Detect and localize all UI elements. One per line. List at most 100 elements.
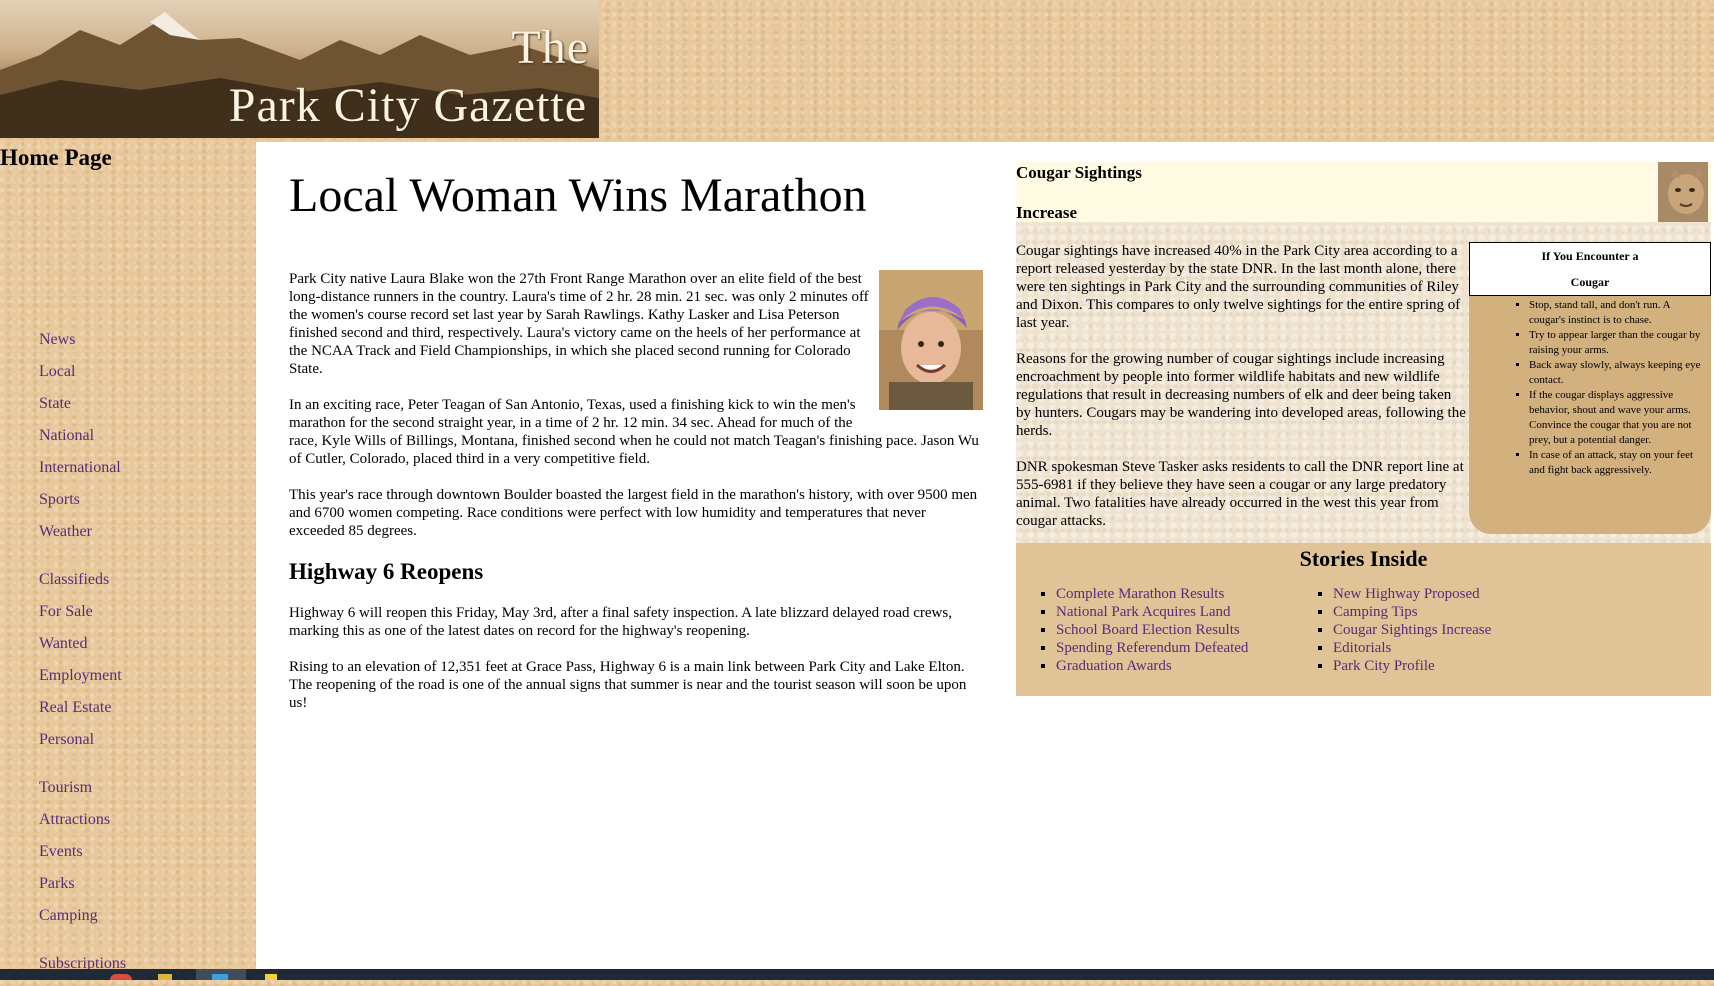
story-item: Complete Marathon Results [1056, 585, 1248, 603]
sidebar-item: Local [39, 362, 249, 394]
story-link[interactable]: Camping Tips [1333, 604, 1418, 620]
encounter-title-line2: Cougar [1570, 275, 1610, 289]
story-link[interactable]: New Highway Proposed [1333, 586, 1480, 602]
sidebar-link[interactable]: Local [39, 363, 75, 380]
os-taskbar [0, 969, 1714, 980]
sidebar-link[interactable]: Attractions [39, 811, 110, 828]
article-headline: Local Woman Wins Marathon [289, 169, 867, 222]
story-item: Camping Tips [1333, 603, 1491, 621]
story-item: New Highway Proposed [1333, 585, 1491, 603]
stories-inside-box: Stories Inside Complete Marathon Results… [1016, 543, 1711, 696]
story-link[interactable]: School Board Election Results [1056, 622, 1240, 638]
cougar-paragraph: Reasons for the growing number of cougar… [1016, 351, 1466, 439]
story-link[interactable]: Editorials [1333, 640, 1391, 656]
sidebar-item: Tourism [39, 778, 249, 810]
cougar-paragraph: Cougar sightings have increased 40% in t… [1016, 243, 1461, 331]
sidebar-link[interactable]: Classifieds [39, 571, 109, 588]
article-paragraph: This year's race through downtown Boulde… [289, 487, 978, 539]
sidebar-item: Employment [39, 666, 249, 698]
sidebar-item: News [39, 330, 249, 362]
sidebar-link[interactable]: Wanted [39, 635, 87, 652]
sidebar-item: For Sale [39, 602, 249, 634]
sidebar-item: National [39, 426, 249, 458]
story-item: Park City Profile [1333, 657, 1491, 675]
sidebar-group-gap [39, 554, 249, 570]
sidebar-link[interactable]: Parks [39, 875, 75, 892]
sidebar-item: Camping [39, 906, 249, 938]
highway-subhead: Highway 6 Reopens [289, 559, 484, 584]
cougar-title-line2: Increase [1016, 203, 1078, 222]
encounter-tip: Stop, stand tall, and don't run. A couga… [1529, 298, 1705, 328]
encounter-tip: In case of an attack, stay on your feet … [1529, 448, 1705, 478]
warning-icon[interactable] [265, 974, 277, 980]
story-link[interactable]: Park City Profile [1333, 658, 1435, 674]
story-item: National Park Acquires Land [1056, 603, 1248, 621]
masthead-title: Park City Gazette [228, 79, 587, 132]
sidebar-link[interactable]: International [39, 459, 121, 476]
stories-list-left: Complete Marathon Results National Park A… [1056, 585, 1248, 675]
sidebar-link[interactable]: Weather [39, 523, 92, 540]
sidebar-link[interactable]: State [39, 395, 71, 412]
masthead-the: The [511, 21, 589, 74]
encounter-box-title: If You Encounter a Cougar [1469, 242, 1711, 296]
sidebar-item: Personal [39, 730, 249, 762]
runner-photo [879, 270, 983, 410]
cougar-title-line1: Cougar Sightings [1016, 163, 1142, 182]
cougar-header: Cougar Sightings Increase [1016, 162, 1711, 222]
highway-paragraph: Highway 6 will reopen this Friday, May 3… [289, 605, 952, 639]
story-item: Cougar Sightings Increase [1333, 621, 1491, 639]
encounter-tips-list: Stop, stand tall, and don't run. A couga… [1469, 298, 1705, 478]
sidebar-item: Real Estate [39, 698, 249, 730]
encounter-tip: Back away slowly, always keeping eye con… [1529, 358, 1705, 388]
sidebar-item: Parks [39, 874, 249, 906]
sidebar-item: Attractions [39, 810, 249, 842]
story-link[interactable]: Graduation Awards [1056, 658, 1172, 674]
banner-background [599, 0, 1710, 142]
sidebar-group-gap [39, 762, 249, 778]
story-link[interactable]: Cougar Sightings Increase [1333, 622, 1491, 638]
encounter-tip: Try to appear larger than the cougar by … [1529, 328, 1705, 358]
story-link[interactable]: Spending Referendum Defeated [1056, 640, 1248, 656]
sidebar-link[interactable]: Camping [39, 907, 98, 924]
sidebar-item: Classifieds [39, 570, 249, 602]
edge-icon[interactable] [212, 974, 228, 980]
main-article: Local Woman Wins Marathon Park City nati… [289, 142, 983, 730]
sidebar-link[interactable]: Sports [39, 491, 80, 508]
sidebar-group-gap [39, 938, 249, 954]
story-item: Graduation Awards [1056, 657, 1248, 675]
story-item: Spending Referendum Defeated [1056, 639, 1248, 657]
story-item: School Board Election Results [1056, 621, 1248, 639]
sidebar-item: Events [39, 842, 249, 874]
story-item: Editorials [1333, 639, 1491, 657]
sidebar-item: International [39, 458, 249, 490]
sidebar-link[interactable]: News [39, 331, 75, 348]
story-link[interactable]: National Park Acquires Land [1056, 604, 1231, 620]
cougar-article: Cougar Sightings Increase Cougar sightin… [1016, 162, 1711, 543]
sidebar-nav: News Local State National International Sport… [39, 330, 249, 986]
cougar-photo [1658, 162, 1708, 222]
story-link[interactable]: Complete Marathon Results [1056, 586, 1224, 602]
chrome-icon[interactable] [110, 974, 132, 980]
home-page-heading: Home Page [0, 145, 112, 170]
sidebar-link[interactable]: Real Estate [39, 699, 111, 716]
sidebar-link[interactable]: For Sale [39, 603, 93, 620]
cougar-body: Cougar sightings have increased 40% in t… [1016, 242, 1466, 548]
sidebar-item: State [39, 394, 249, 426]
sidebar-item: Wanted [39, 634, 249, 666]
stories-inside-title: Stories Inside [1299, 546, 1428, 571]
sidebar-item: Sports [39, 490, 249, 522]
folder-icon[interactable] [158, 974, 172, 980]
sidebar-link[interactable]: National [39, 427, 94, 444]
encounter-tip: If the cougar displays aggressive behavi… [1529, 388, 1705, 448]
stories-list-right: New Highway Proposed Camping Tips Cougar S… [1333, 585, 1491, 675]
sidebar-item: Weather [39, 522, 249, 554]
sidebar-link[interactable]: Personal [39, 731, 94, 748]
cougar-paragraph: DNR spokesman Steve Tasker asks resident… [1016, 459, 1464, 529]
highway-paragraph: Rising to an elevation of 12,351 feet at… [289, 659, 967, 711]
sidebar-link[interactable]: Events [39, 843, 83, 860]
sidebar-link[interactable]: Tourism [39, 779, 92, 796]
encounter-title-line1: If You Encounter a [1541, 249, 1639, 263]
sidebar-link[interactable]: Employment [39, 667, 122, 684]
encounter-tips-box: If You Encounter a Cougar Stop, stand ta… [1469, 242, 1711, 534]
masthead-banner: The Park City Gazette [0, 0, 599, 138]
